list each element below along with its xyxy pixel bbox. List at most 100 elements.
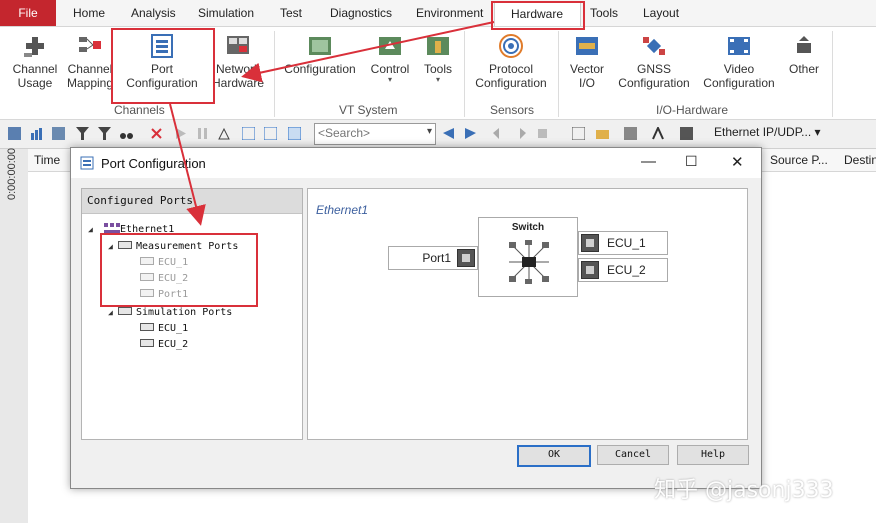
search-input[interactable]: [315, 124, 419, 142]
menu-analysis[interactable]: Analysis: [131, 6, 176, 20]
filter-icon[interactable]: [76, 127, 89, 140]
expand-icon[interactable]: ◢: [88, 225, 98, 234]
highlight-icon[interactable]: [680, 127, 693, 140]
expand-icon[interactable]: ◢: [108, 308, 118, 317]
watermark: 知乎 @jasonj333: [654, 478, 834, 503]
network-hardware-button[interactable]: Network Hardware: [210, 33, 266, 90]
menu-bar: File Home Analysis Simulation Test Diagn…: [0, 0, 876, 27]
channel-usage-icon: [22, 33, 48, 59]
menu-layout[interactable]: Layout: [643, 6, 679, 20]
column-source-port[interactable]: Source P...: [770, 153, 828, 167]
video-configuration-button[interactable]: Video Configuration: [700, 33, 778, 90]
help-button[interactable]: Help: [677, 445, 749, 465]
vector-io-icon: [574, 33, 600, 59]
minimize-icon[interactable]: —: [641, 153, 656, 170]
chart-icon[interactable]: [30, 127, 43, 140]
layout-icon[interactable]: [624, 127, 637, 140]
pause-icon[interactable]: [196, 127, 209, 140]
search-next-icon[interactable]: [464, 127, 477, 140]
ok-button[interactable]: OK: [517, 445, 591, 467]
close-icon[interactable]: ✕: [731, 153, 744, 171]
cancel-button[interactable]: Cancel: [597, 445, 669, 465]
column-destination[interactable]: Destin: [844, 153, 876, 167]
port-box-ecu2[interactable]: ECU_2: [578, 258, 668, 282]
other-hardware-icon: [791, 33, 817, 59]
column-icon[interactable]: [264, 127, 277, 140]
network-view-panel: Ethernet1 Port1 Switch ECU_1 ECU_2: [307, 188, 748, 440]
ribbon-separator: [558, 31, 559, 117]
satellite-icon: [641, 33, 667, 59]
menu-diagnostics[interactable]: Diagnostics: [330, 6, 392, 20]
ethernet-protocol-selector[interactable]: Ethernet IP/UDP... ▾: [714, 125, 821, 139]
group-label-sensors: Sensors: [490, 103, 535, 117]
file-menu[interactable]: File: [0, 0, 56, 26]
port-box-ecu1[interactable]: ECU_1: [578, 231, 668, 255]
ribbon-separator: [464, 31, 465, 117]
menu-environment[interactable]: Environment: [416, 6, 483, 20]
port-box-port1[interactable]: Port1: [388, 246, 478, 270]
menu-tools[interactable]: Tools: [590, 6, 618, 20]
font-icon[interactable]: [652, 127, 665, 140]
column-icon[interactable]: [242, 127, 255, 140]
vertical-time-label: 0:00:00:00: [6, 148, 18, 200]
vt-configuration-icon: [307, 33, 333, 59]
trace-toolbar: ▾ Ethernet IP/UDP... ▾: [0, 120, 876, 149]
configured-ports-header: Configured Ports: [82, 189, 302, 214]
tree-node-simulation-ports[interactable]: ◢ Simulation Ports: [108, 307, 232, 318]
port-configuration-icon: [80, 156, 94, 170]
arrow-right-icon[interactable]: [514, 127, 527, 140]
switch-icon: [509, 240, 549, 284]
ribbon-separator: [832, 31, 833, 117]
column-icon[interactable]: [288, 127, 301, 140]
vt-control-button[interactable]: Control ▾: [366, 33, 414, 84]
chevron-down-icon: ▾: [387, 75, 392, 84]
marker-icon[interactable]: [536, 127, 549, 140]
channel-mapping-icon: [77, 33, 103, 59]
delta-time-icon[interactable]: [218, 127, 231, 140]
menu-home[interactable]: Home: [73, 6, 105, 20]
channel-usage-button[interactable]: Channel Usage: [8, 33, 62, 90]
vt-tools-icon: [425, 33, 451, 59]
group-label-io-hardware: I/O-Hardware: [656, 103, 729, 117]
port-configuration-dialog: Port Configuration — ☐ ✕ Configured Port…: [70, 147, 762, 489]
grid-icon[interactable]: [572, 127, 585, 140]
play-icon[interactable]: [174, 127, 187, 140]
arrow-left-icon[interactable]: [492, 127, 505, 140]
vector-io-button[interactable]: Vector I/O: [564, 33, 610, 90]
dialog-title: Port Configuration: [101, 156, 206, 171]
ethernet-port-icon: [457, 249, 475, 267]
maximize-icon[interactable]: ☐: [685, 153, 698, 170]
menu-test[interactable]: Test: [280, 6, 302, 20]
ethernet-port-icon: [581, 234, 599, 252]
menu-simulation[interactable]: Simulation: [198, 6, 254, 20]
protocol-configuration-button[interactable]: Protocol Configuration: [472, 33, 550, 90]
vt-tools-button[interactable]: Tools ▾: [418, 33, 458, 84]
group-label-vt-system: VT System: [339, 103, 398, 117]
list-icon[interactable]: [52, 127, 65, 140]
port-icon: [118, 307, 132, 315]
chevron-down-icon[interactable]: ▾: [427, 126, 432, 137]
highlight-port-configuration: [111, 28, 215, 104]
settings-icon[interactable]: [8, 127, 21, 140]
filter-icon[interactable]: [98, 127, 111, 140]
video-icon: [726, 33, 752, 59]
chevron-down-icon: ▾: [435, 75, 440, 84]
other-button[interactable]: Other: [784, 33, 824, 76]
switch-box[interactable]: Switch: [478, 217, 578, 297]
folder-icon[interactable]: [596, 127, 609, 140]
binoculars-icon[interactable]: [120, 127, 133, 140]
column-time[interactable]: Time: [34, 153, 60, 167]
port-icon: [140, 323, 154, 331]
tree-node-simulation-ecu2[interactable]: ECU_2: [140, 339, 188, 350]
port-icon: [140, 339, 154, 347]
tree-node-simulation-ecu1[interactable]: ECU_1: [140, 323, 188, 334]
group-label-channels: Channels: [114, 103, 165, 117]
channel-mapping-button[interactable]: Channel Mapping: [66, 33, 114, 90]
search-box: ▾: [314, 123, 436, 145]
highlight-hardware-tab: [491, 1, 585, 30]
vt-configuration-button[interactable]: Configuration: [282, 33, 358, 76]
search-previous-icon[interactable]: [442, 127, 455, 140]
gnss-configuration-button[interactable]: GNSS Configuration: [614, 33, 694, 90]
close-icon[interactable]: [150, 127, 163, 140]
side-strip: [0, 149, 29, 523]
